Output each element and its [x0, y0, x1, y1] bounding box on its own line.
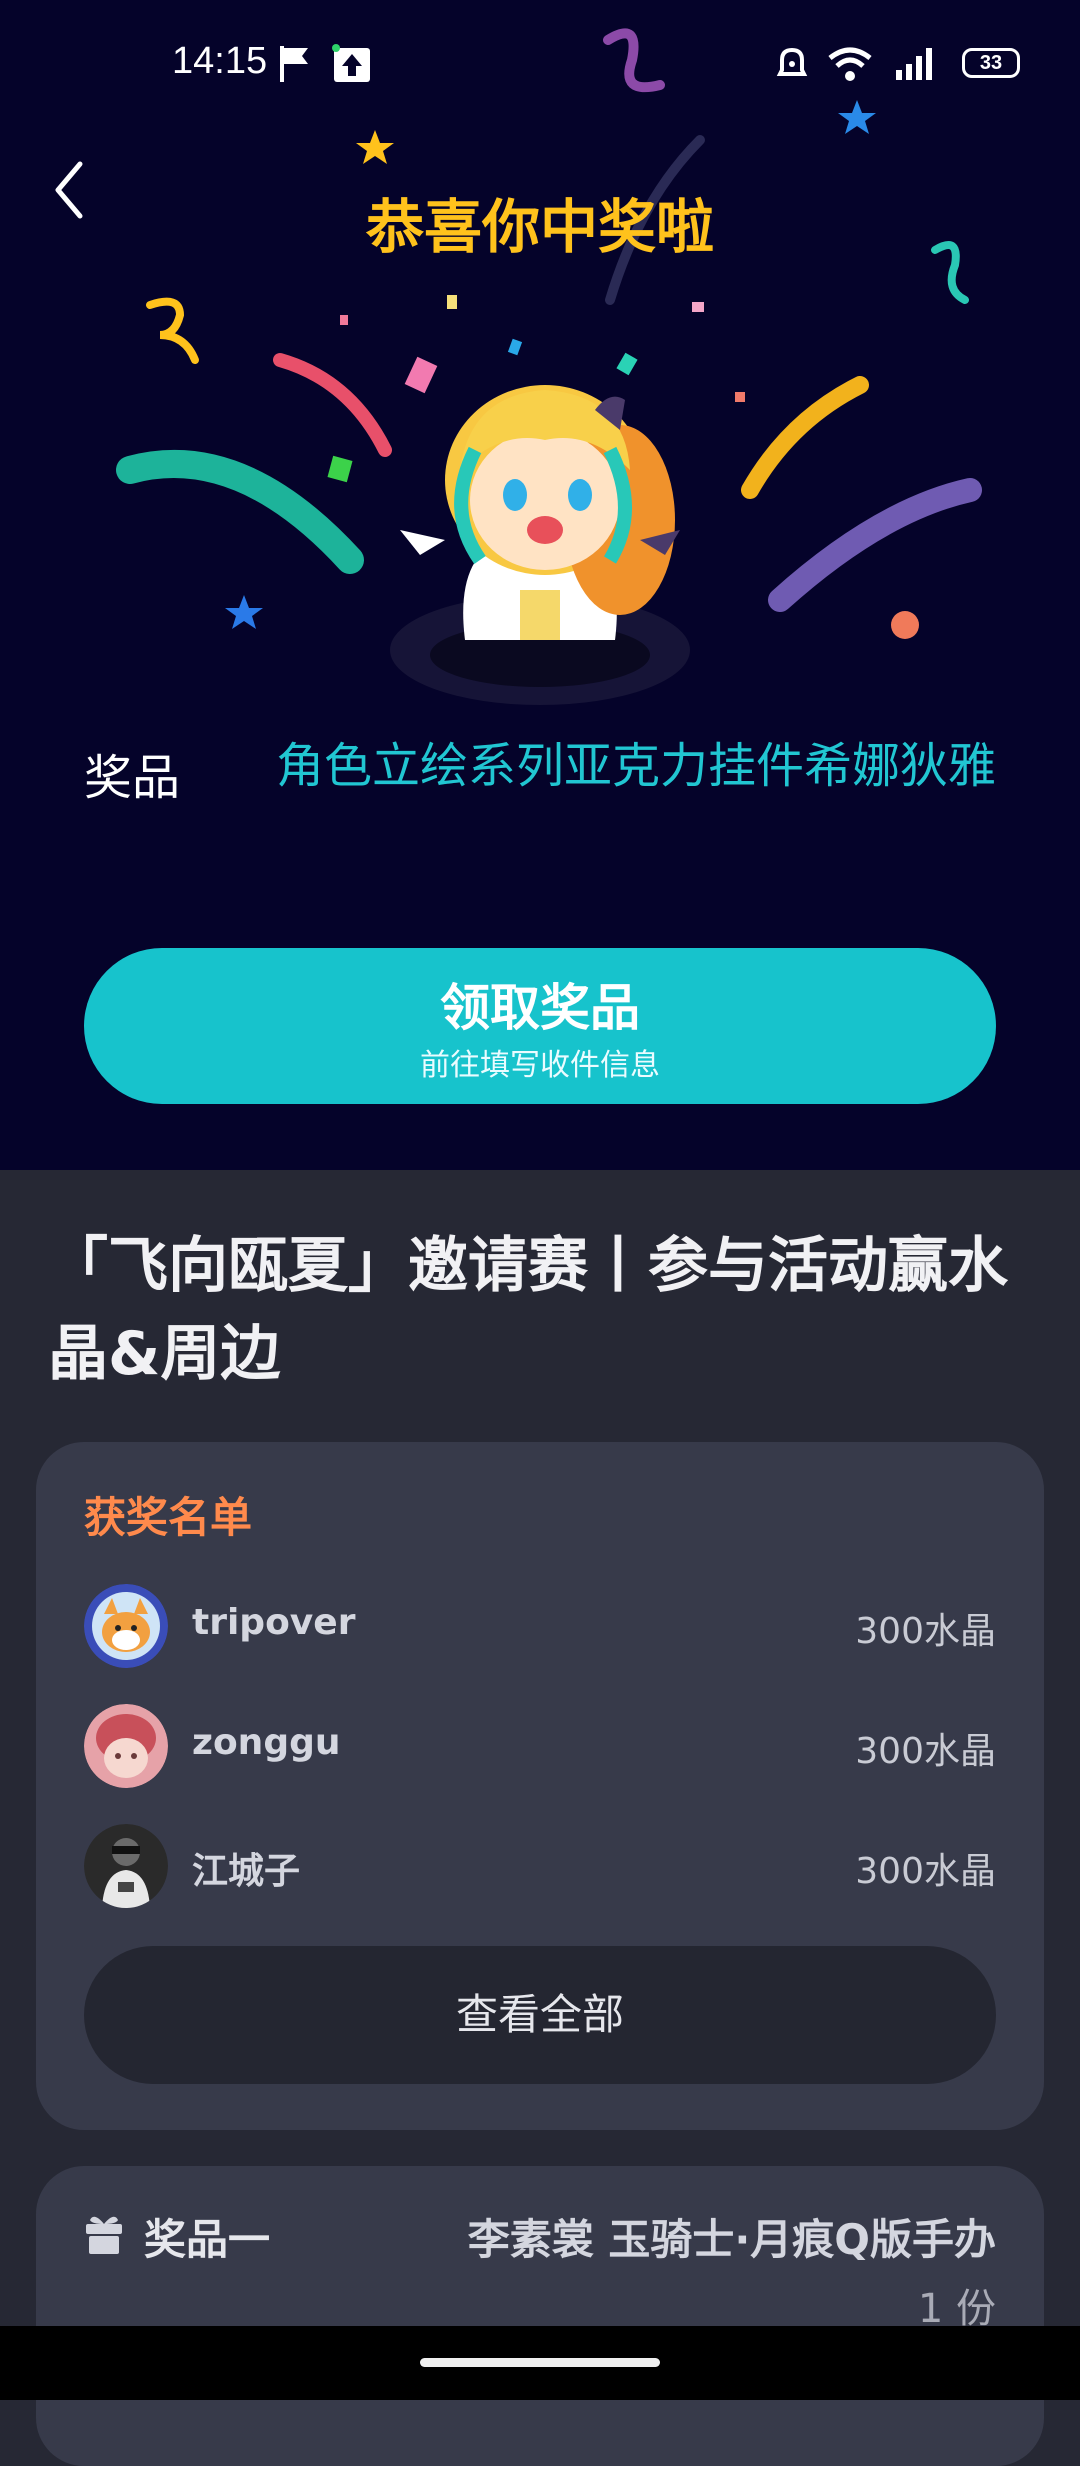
signal-icon [896, 48, 932, 80]
prize-label: 奖品 [84, 750, 181, 806]
winner-name: tripover [192, 1602, 356, 1643]
upload-icon [332, 44, 370, 82]
prize-card: 奖品一 李素裳 玉骑士·月痕Q版手办 1 份 [36, 2166, 1044, 2466]
status-time: 14:15 [172, 40, 268, 82]
prize-card-label: 奖品一 [144, 2215, 271, 2264]
winner-row[interactable]: tripover 300水晶 [84, 1584, 996, 1674]
prize-hero: 14:15 33 恭喜你中奖啦 奖品 角色立绘系列亚克力挂件希娜狄雅 领取奖品 … [0, 0, 1080, 1170]
status-bar: 14:15 33 [0, 0, 1080, 130]
avatar [84, 1704, 168, 1788]
navigation-bar [0, 2326, 1080, 2400]
home-gesture-handle[interactable] [420, 2358, 660, 2367]
alarm-icon [776, 47, 808, 76]
winner-row[interactable]: 江城子 300水晶 [84, 1824, 996, 1914]
prize-card-name: 李素裳 玉骑士·月痕Q版手办 [467, 2215, 996, 2264]
winners-card: 获奖名单 tripover 300水晶 zonggu 300水晶 江城子 300… [36, 1442, 1044, 2130]
view-all-button[interactable]: 查看全部 [84, 1946, 996, 2084]
winners-heading: 获奖名单 [84, 1493, 253, 1542]
gift-icon [86, 2216, 122, 2254]
winner-prize: 300水晶 [855, 1611, 996, 1652]
avatar [84, 1824, 168, 1908]
battery-icon: 33 [962, 48, 1020, 78]
avatar [84, 1584, 168, 1668]
event-title: 「飞向瓯夏」邀请赛丨参与活动赢水晶&周边 [48, 1231, 1008, 1389]
battery-level: 33 [979, 52, 1003, 74]
claim-prize-button[interactable]: 领取奖品 前往填写收件信息 [84, 948, 996, 1104]
winner-row[interactable]: zonggu 300水晶 [84, 1704, 996, 1794]
winner-prize: 300水晶 [855, 1851, 996, 1892]
congrats-title: 恭喜你中奖啦 [365, 193, 714, 261]
claim-button-subtitle: 前往填写收件信息 [420, 1048, 660, 1083]
winner-name: 江城子 [192, 1851, 301, 1892]
prize-value: 角色立绘系列亚克力挂件希娜狄雅 [275, 738, 996, 794]
winner-prize: 300水晶 [855, 1731, 996, 1772]
winner-name: zonggu [192, 1722, 341, 1763]
flag-icon [280, 46, 308, 82]
claim-button-title: 领取奖品 [440, 979, 640, 1037]
wifi-icon [828, 47, 872, 81]
